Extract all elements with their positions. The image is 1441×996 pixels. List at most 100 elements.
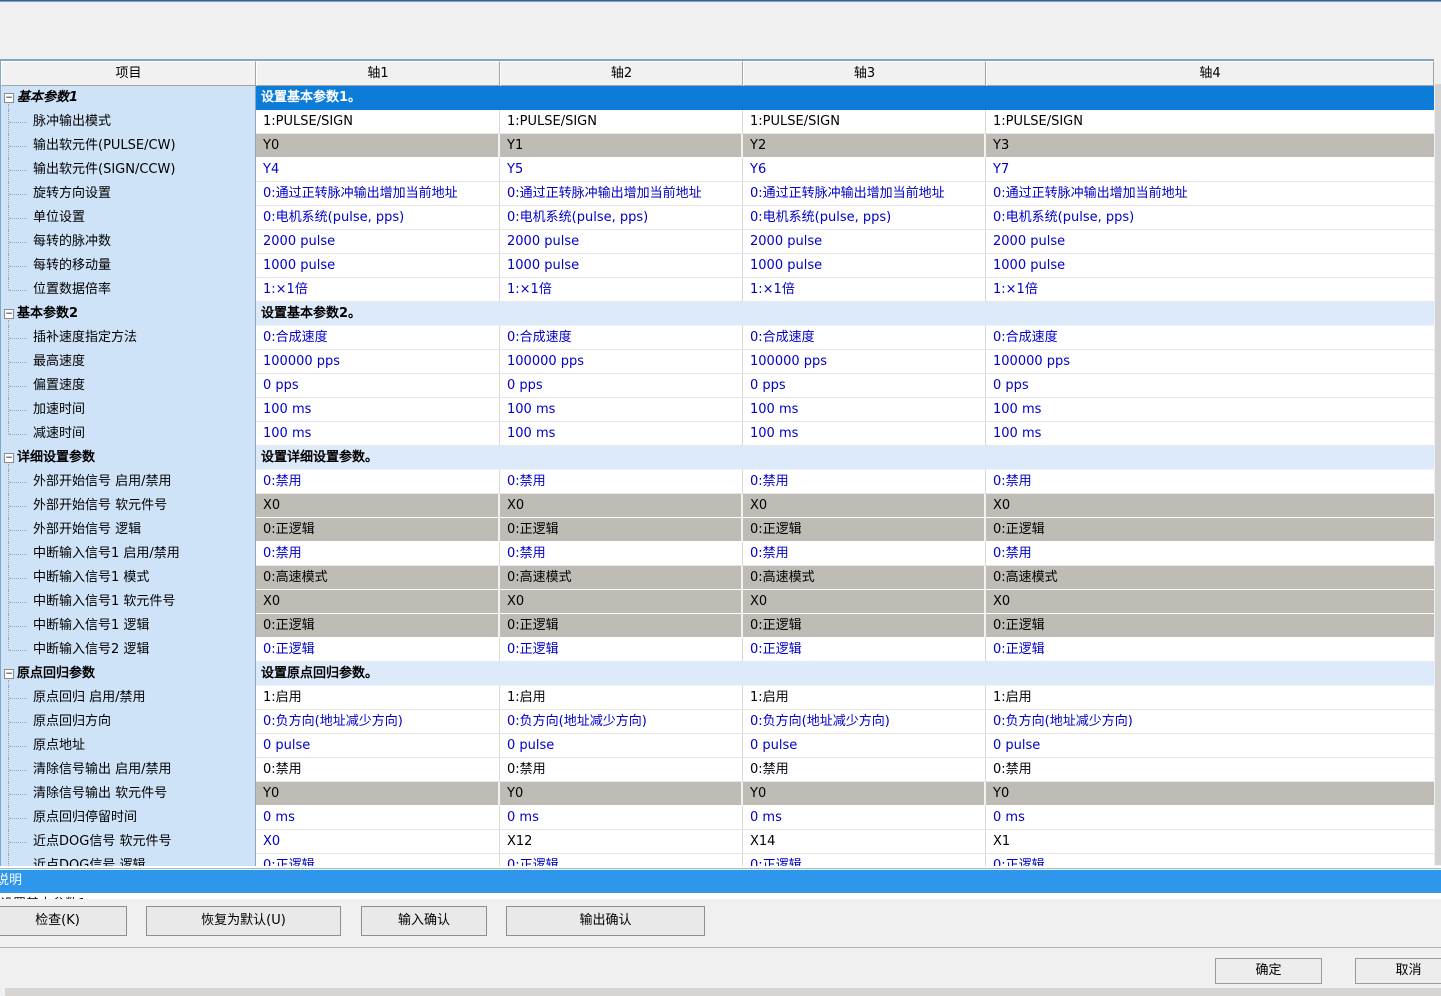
- tree-param-item[interactable]: 中断输入信号1 启用/禁用: [1, 542, 256, 566]
- param-value-cell-axis4[interactable]: 0:通过正转脉冲输出增加当前地址: [986, 182, 1434, 206]
- param-value-cell-axis2[interactable]: 0:正逻辑: [500, 614, 743, 638]
- param-value-cell-axis1[interactable]: 0:通过正转脉冲输出增加当前地址: [256, 182, 500, 206]
- param-value-cell-axis2[interactable]: 0 pulse: [500, 734, 743, 758]
- tree-param-item[interactable]: 中断输入信号1 逻辑: [1, 614, 256, 638]
- param-value-cell-axis1[interactable]: 100000 pps: [256, 350, 500, 374]
- param-value-cell-axis3[interactable]: 1:×1倍: [743, 278, 986, 302]
- param-value-cell-axis4[interactable]: 100000 pps: [986, 350, 1434, 374]
- param-value-cell-axis1[interactable]: 0:禁用: [256, 542, 500, 566]
- tree-param-item[interactable]: 原点地址: [1, 734, 256, 758]
- param-value-cell-axis2[interactable]: X12: [500, 830, 743, 854]
- param-value-cell-axis4[interactable]: 1:PULSE/SIGN: [986, 110, 1434, 134]
- param-value-cell-axis1[interactable]: Y4: [256, 158, 500, 182]
- param-value-cell-axis2[interactable]: 0:通过正转脉冲输出增加当前地址: [500, 182, 743, 206]
- param-value-cell-axis4[interactable]: 0:电机系统(pulse, pps): [986, 206, 1434, 230]
- param-value-cell-axis2[interactable]: Y1: [500, 134, 743, 158]
- param-value-cell-axis3[interactable]: X14: [743, 830, 986, 854]
- param-value-cell-axis1[interactable]: X0: [256, 590, 500, 614]
- param-value-cell-axis3[interactable]: X0: [743, 590, 986, 614]
- param-value-cell-axis4[interactable]: X1: [986, 830, 1434, 854]
- param-value-cell-axis1[interactable]: 0:负方向(地址减少方向): [256, 710, 500, 734]
- param-value-cell-axis3[interactable]: 0:禁用: [743, 758, 986, 782]
- param-value-cell-axis1[interactable]: 1000 pulse: [256, 254, 500, 278]
- param-value-cell-axis4[interactable]: 0:高速模式: [986, 566, 1434, 590]
- param-value-cell-axis4[interactable]: 0:合成速度: [986, 326, 1434, 350]
- param-value-cell-axis3[interactable]: Y6: [743, 158, 986, 182]
- section-description-cell[interactable]: 设置原点回归参数。: [256, 662, 1434, 686]
- tree-param-item[interactable]: 清除信号输出 启用/禁用: [1, 758, 256, 782]
- param-value-cell-axis3[interactable]: 0:负方向(地址减少方向): [743, 710, 986, 734]
- param-value-cell-axis4[interactable]: 100 ms: [986, 422, 1434, 446]
- param-value-cell-axis4[interactable]: 0 pps: [986, 374, 1434, 398]
- param-value-cell-axis2[interactable]: Y5: [500, 158, 743, 182]
- param-value-cell-axis1[interactable]: X0: [256, 494, 500, 518]
- tree-param-item[interactable]: 清除信号输出 软元件号: [1, 782, 256, 806]
- tree-param-item[interactable]: 单位设置: [1, 206, 256, 230]
- param-value-cell-axis1[interactable]: 0:合成速度: [256, 326, 500, 350]
- tree-param-item[interactable]: 近点DOG信号 软元件号: [1, 830, 256, 854]
- param-value-cell-axis2[interactable]: 0:合成速度: [500, 326, 743, 350]
- param-value-cell-axis2[interactable]: 100 ms: [500, 398, 743, 422]
- param-value-cell-axis1[interactable]: 0 pulse: [256, 734, 500, 758]
- param-value-cell-axis1[interactable]: 100 ms: [256, 422, 500, 446]
- param-value-cell-axis4[interactable]: 0:正逻辑: [986, 518, 1434, 542]
- tree-param-item[interactable]: 中断输入信号1 软元件号: [1, 590, 256, 614]
- collapse-toggle-icon[interactable]: −: [4, 93, 14, 103]
- param-value-cell-axis1[interactable]: 0 ms: [256, 806, 500, 830]
- param-value-cell-axis2[interactable]: 1000 pulse: [500, 254, 743, 278]
- param-value-cell-axis1[interactable]: 0:禁用: [256, 470, 500, 494]
- param-value-cell-axis3[interactable]: 0 pulse: [743, 734, 986, 758]
- param-value-cell-axis3[interactable]: X0: [743, 494, 986, 518]
- tree-param-item[interactable]: 输出软元件(PULSE/CW): [1, 134, 256, 158]
- collapse-toggle-icon[interactable]: −: [4, 669, 14, 679]
- param-value-cell-axis3[interactable]: 0 pps: [743, 374, 986, 398]
- param-value-cell-axis3[interactable]: 0 ms: [743, 806, 986, 830]
- param-value-cell-axis3[interactable]: 2000 pulse: [743, 230, 986, 254]
- param-value-cell-axis1[interactable]: 0:禁用: [256, 758, 500, 782]
- param-value-cell-axis2[interactable]: 100 ms: [500, 422, 743, 446]
- param-value-cell-axis1[interactable]: 0:高速模式: [256, 566, 500, 590]
- param-value-cell-axis3[interactable]: 0:正逻辑: [743, 638, 986, 662]
- param-value-cell-axis3[interactable]: 100 ms: [743, 422, 986, 446]
- tree-param-item[interactable]: 脉冲输出模式: [1, 110, 256, 134]
- param-value-cell-axis4[interactable]: 0:正逻辑: [986, 614, 1434, 638]
- param-value-cell-axis1[interactable]: 0:电机系统(pulse, pps): [256, 206, 500, 230]
- input-confirm-button[interactable]: 输入确认: [361, 906, 487, 936]
- param-value-cell-axis2[interactable]: 0:电机系统(pulse, pps): [500, 206, 743, 230]
- param-value-cell-axis2[interactable]: 0:禁用: [500, 758, 743, 782]
- param-value-cell-axis4[interactable]: 0:禁用: [986, 542, 1434, 566]
- cancel-button[interactable]: 取消: [1355, 958, 1441, 984]
- param-value-cell-axis2[interactable]: 0:禁用: [500, 470, 743, 494]
- param-value-cell-axis3[interactable]: Y0: [743, 782, 986, 806]
- collapse-toggle-icon[interactable]: −: [4, 453, 14, 463]
- param-value-cell-axis3[interactable]: 0:禁用: [743, 470, 986, 494]
- param-value-cell-axis1[interactable]: 0 pps: [256, 374, 500, 398]
- param-value-cell-axis1[interactable]: 0:正逻辑: [256, 518, 500, 542]
- param-value-cell-axis2[interactable]: 100000 pps: [500, 350, 743, 374]
- vertical-scrollbar[interactable]: [1435, 84, 1441, 865]
- section-description-cell[interactable]: 设置详细设置参数。: [256, 446, 1434, 470]
- tree-param-item[interactable]: 偏置速度: [1, 374, 256, 398]
- tree-param-item[interactable]: 最高速度: [1, 350, 256, 374]
- param-value-cell-axis4[interactable]: 1000 pulse: [986, 254, 1434, 278]
- param-value-cell-axis4[interactable]: X0: [986, 494, 1434, 518]
- tree-param-item[interactable]: 每转的移动量: [1, 254, 256, 278]
- param-value-cell-axis4[interactable]: Y7: [986, 158, 1434, 182]
- param-value-cell-axis3[interactable]: 0:电机系统(pulse, pps): [743, 206, 986, 230]
- param-value-cell-axis2[interactable]: 0:正逻辑: [500, 638, 743, 662]
- param-value-cell-axis2[interactable]: 0:负方向(地址减少方向): [500, 710, 743, 734]
- param-value-cell-axis1[interactable]: X0: [256, 830, 500, 854]
- param-value-cell-axis4[interactable]: Y3: [986, 134, 1434, 158]
- param-value-cell-axis4[interactable]: 0 pulse: [986, 734, 1434, 758]
- param-value-cell-axis2[interactable]: 1:启用: [500, 686, 743, 710]
- param-value-cell-axis1[interactable]: Y0: [256, 782, 500, 806]
- param-value-cell-axis3[interactable]: 0:高速模式: [743, 566, 986, 590]
- tree-param-item[interactable]: 加速时间: [1, 398, 256, 422]
- restore-default-button[interactable]: 恢复为默认(U): [146, 906, 341, 936]
- param-value-cell-axis2[interactable]: 0:正逻辑: [500, 518, 743, 542]
- param-value-cell-axis4[interactable]: 1:×1倍: [986, 278, 1434, 302]
- param-value-cell-axis4[interactable]: 1:启用: [986, 686, 1434, 710]
- param-value-cell-axis2[interactable]: 0:高速模式: [500, 566, 743, 590]
- param-value-cell-axis4[interactable]: 2000 pulse: [986, 230, 1434, 254]
- param-value-cell-axis4[interactable]: 0:负方向(地址减少方向): [986, 710, 1434, 734]
